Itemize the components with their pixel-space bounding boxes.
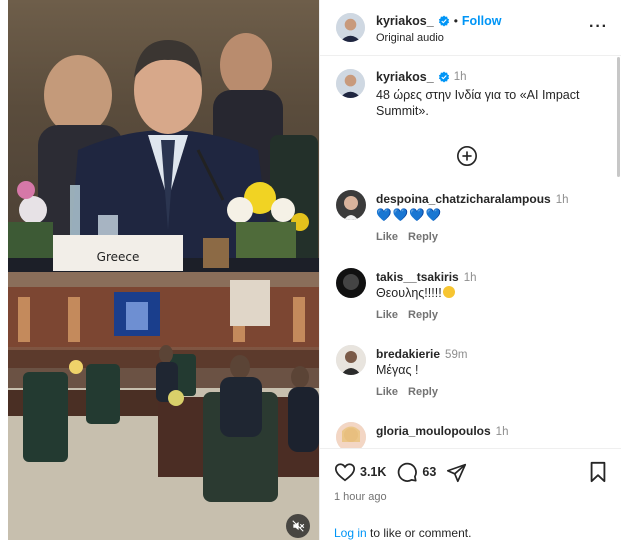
comment-header: takis__tsakiris 1h [376, 270, 477, 284]
comment-bubble-icon[interactable] [396, 461, 418, 483]
post-actions-bar: 3.1K 63 1 hour ago Log in to like or com… [320, 448, 621, 540]
verified-badge-icon [438, 71, 449, 83]
comment-header: bredakierie 59m [376, 347, 467, 361]
post-caption: 48 ώρες στην Ινδία για το «AI Impact Sum… [376, 88, 580, 118]
commenter-avatar[interactable] [336, 422, 366, 448]
comment-time: 1h [463, 272, 477, 284]
summit-speaker-photo: Greece [8, 0, 319, 272]
likes-count[interactable]: 3.1K [360, 465, 386, 479]
caption-author-avatar[interactable] [336, 69, 365, 98]
commenter-avatar[interactable] [336, 345, 366, 375]
comments-count[interactable]: 63 [422, 465, 436, 479]
comment-item: despoina_chatzicharalampous 1h 💙💙💙💙 Like… [320, 190, 621, 260]
caption-username[interactable]: kyriakos_ [376, 70, 434, 84]
like-heart-icon[interactable] [334, 461, 356, 483]
post-panel: kyriakos_ • Follow Original audio ··· ky… [319, 0, 621, 540]
comment-actions: Like Reply [376, 386, 438, 398]
caption-author-line: kyriakos_ 1h [376, 70, 466, 84]
comment-time: 1h [495, 426, 509, 438]
comment-time: 59m [445, 349, 468, 361]
follow-button[interactable]: Follow [462, 14, 502, 28]
comment-body: Θεουλης!!!!! [376, 286, 455, 300]
more-options-button[interactable]: ··· [589, 18, 608, 36]
comment-username[interactable]: despoina_chatzicharalampous [376, 192, 551, 206]
comment-like-button[interactable]: Like [376, 231, 398, 243]
comment-like-button[interactable]: Like [376, 386, 398, 398]
comment-reply-button[interactable]: Reply [408, 231, 438, 243]
comment-item: takis__tsakiris 1h Θεουλης!!!!! Like Rep… [320, 268, 621, 338]
action-icons: 3.1K 63 [334, 461, 467, 483]
original-audio-link[interactable]: Original audio [376, 32, 444, 44]
author-username[interactable]: kyriakos_ [376, 14, 434, 28]
mute-button[interactable] [286, 514, 310, 538]
reel-video[interactable]: Greece [8, 0, 319, 540]
comment-text: Θεουλης!!!!! [376, 286, 442, 300]
comment-actions: Like Reply [376, 309, 438, 321]
commenter-avatar[interactable] [336, 268, 366, 298]
comment-header: despoina_chatzicharalampous 1h [376, 192, 569, 206]
author-avatar[interactable] [336, 13, 365, 42]
author-line: kyriakos_ • Follow [376, 14, 501, 28]
comment-username[interactable]: takis__tsakiris [376, 270, 459, 284]
login-link[interactable]: Log in [334, 526, 367, 540]
comment-like-button[interactable]: Like [376, 309, 398, 321]
caption-time: 1h [453, 71, 467, 83]
separator-dot: • [453, 14, 458, 28]
comment-item: gloria_moulopoulos 1h [320, 422, 621, 448]
comment-text: Μέγας ! [376, 363, 419, 377]
commenter-avatar[interactable] [336, 190, 366, 220]
share-paper-plane-icon[interactable] [446, 462, 467, 483]
nameplate-text: Greece [96, 250, 140, 264]
post-header: kyriakos_ • Follow Original audio ··· [320, 0, 621, 56]
comment-actions: Like Reply [376, 231, 438, 243]
load-more-comments-icon[interactable] [456, 145, 478, 167]
comment-item: bredakierie 59m Μέγας ! Like Reply [320, 345, 621, 415]
comment-username[interactable]: gloria_moulopoulos [376, 424, 491, 438]
comment-time: 1h [555, 194, 569, 206]
speaker-muted-icon [292, 520, 305, 532]
comment-username[interactable]: bredakierie [376, 347, 440, 361]
laughing-emoji-icon [442, 286, 455, 298]
comments-scrollbar[interactable] [617, 57, 620, 177]
comment-text: 💙💙💙💙 [376, 208, 443, 222]
login-prompt: Log in to like or comment. [334, 526, 471, 540]
comment-header: gloria_moulopoulos 1h [376, 424, 508, 438]
login-prompt-text: to like or comment. [366, 526, 472, 540]
comments-section[interactable]: kyriakos_ 1h 48 ώρες στην Ινδία για το «… [320, 57, 621, 448]
summit-hall-photo [8, 272, 319, 540]
comment-reply-button[interactable]: Reply [408, 386, 438, 398]
verified-badge-icon [438, 15, 449, 27]
comment-reply-button[interactable]: Reply [408, 309, 438, 321]
post-timestamp: 1 hour ago [334, 491, 387, 503]
save-bookmark-icon[interactable] [588, 461, 608, 483]
